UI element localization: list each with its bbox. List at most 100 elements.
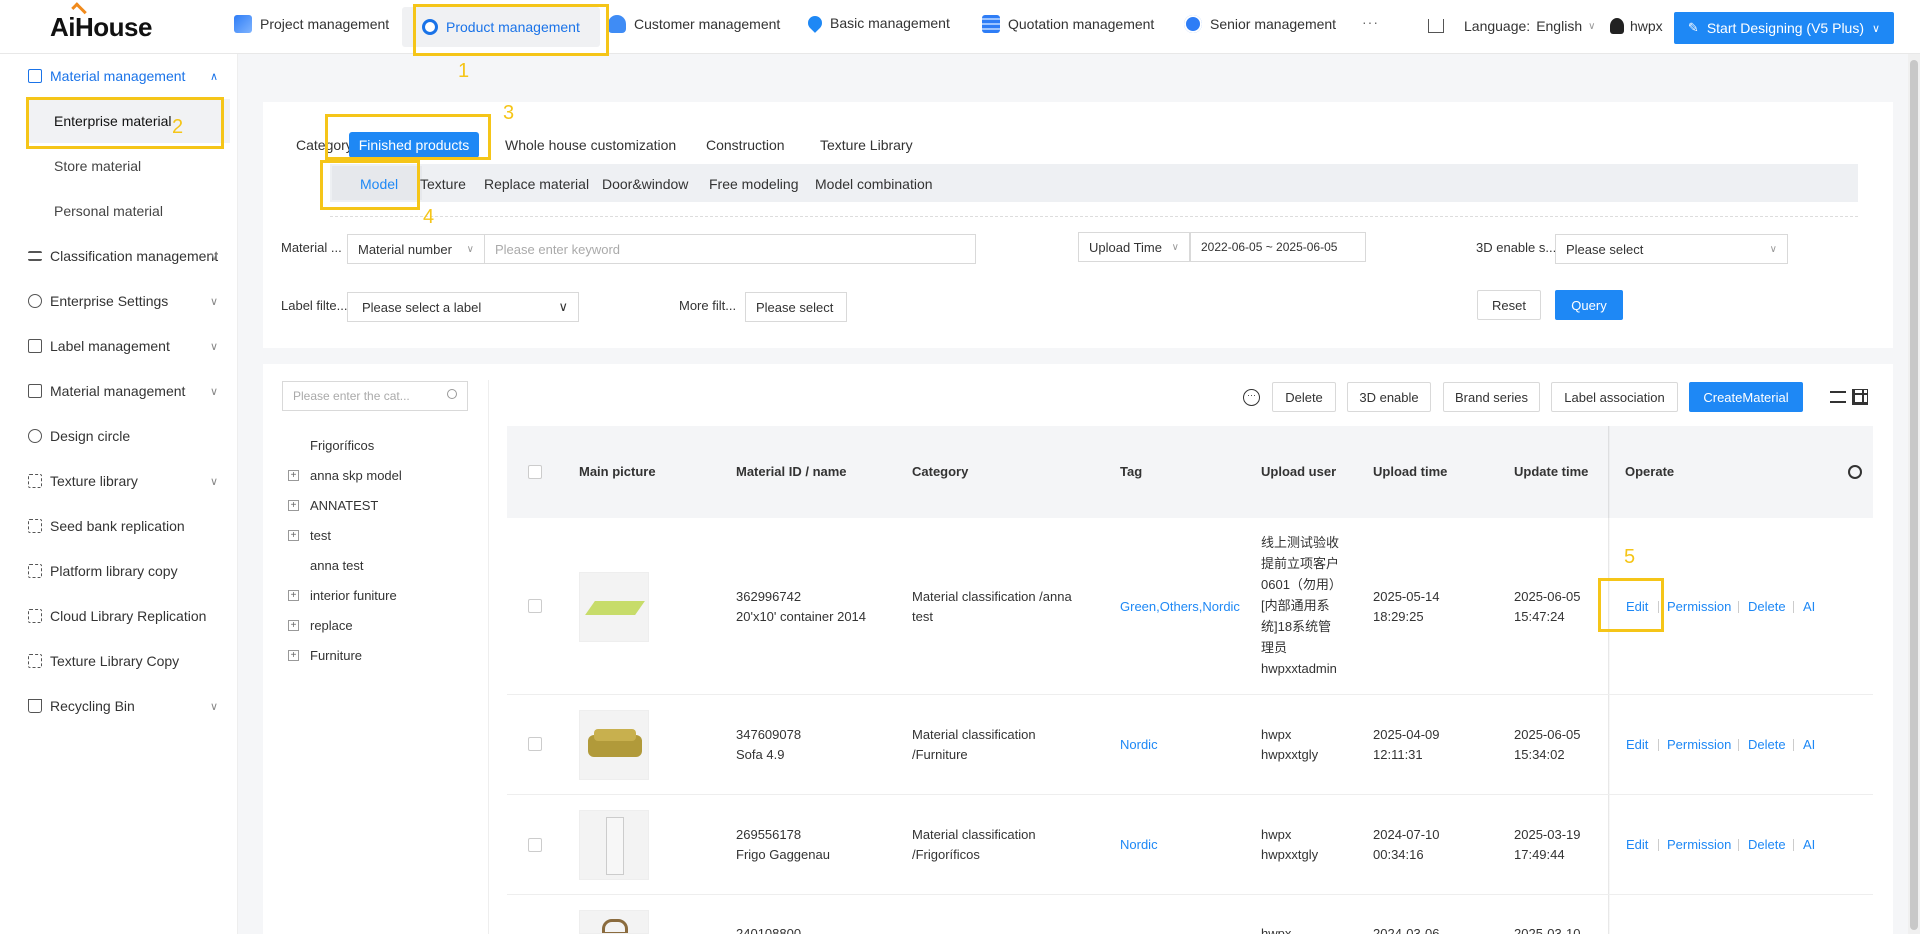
settings-gear-icon[interactable] <box>1848 465 1862 479</box>
reset-button[interactable]: Reset <box>1477 290 1541 320</box>
tag-value[interactable]: Nordic <box>1120 735 1158 755</box>
logo[interactable]: AiHouse <box>50 2 152 43</box>
sidebar-group-material-management-2[interactable]: Material management ∨ <box>28 383 218 399</box>
sidebar-item-design-circle[interactable]: Design circle <box>28 428 130 444</box>
upload-time-select[interactable]: Upload Time ∨ <box>1078 232 1190 262</box>
more-filter-select[interactable]: Please select <box>745 292 847 322</box>
tab-whole-house[interactable]: Whole house customization <box>505 137 676 153</box>
nav-basic-management[interactable]: Basic management <box>805 13 950 33</box>
sidebar-item-store-material[interactable]: Store material <box>54 158 141 174</box>
sidebar-group-recycling-bin[interactable]: Recycling Bin ∨ <box>28 698 218 714</box>
expand-icon[interactable]: + <box>288 620 299 631</box>
nav-customer-management[interactable]: Customer management <box>608 15 780 33</box>
tree-item[interactable]: anna skp model <box>310 468 402 483</box>
tag-value[interactable]: Green,Others,Nordic <box>1120 597 1240 617</box>
col-material-id: Material ID / name <box>736 464 847 479</box>
tree-item[interactable]: Furniture <box>310 648 362 663</box>
tag-value[interactable]: Nordic <box>1120 835 1158 855</box>
ellipsis-circle-icon[interactable]: ··· <box>1243 389 1260 406</box>
category-line-1: Material classification <box>912 727 1036 742</box>
select-all-checkbox[interactable] <box>528 465 542 479</box>
delete-link[interactable]: Delete <box>1748 599 1786 614</box>
expand-icon[interactable]: + <box>288 530 299 541</box>
material-number-select[interactable]: Material number ∨ <box>347 234 485 264</box>
row-checkbox[interactable] <box>528 838 542 852</box>
expand-icon[interactable]: + <box>288 650 299 661</box>
date-range-input[interactable]: 2022-06-05 ~ 2025-06-05 <box>1190 232 1366 262</box>
row-checkbox[interactable] <box>528 599 542 613</box>
nav-senior-management[interactable]: Senior management <box>1184 15 1336 33</box>
sidebar-item-personal-material[interactable]: Personal material <box>54 203 163 219</box>
sidebar-group-enterprise-settings[interactable]: Enterprise Settings ∨ <box>28 293 218 309</box>
delete-link[interactable]: Delete <box>1748 737 1786 752</box>
subtab-free-modeling[interactable]: Free modeling <box>709 176 799 192</box>
upload-clock: 12:11:31 <box>1373 747 1423 762</box>
keyword-input[interactable]: Please enter keyword <box>484 234 976 264</box>
sidebar-item-cloud-library[interactable]: Cloud Library Replication <box>28 608 206 624</box>
delete-button[interactable]: Delete <box>1272 382 1336 412</box>
sidebar-item-texture-library-copy[interactable]: Texture Library Copy <box>28 653 179 669</box>
edit-link[interactable]: Edit <box>1626 837 1648 852</box>
separator <box>1793 601 1794 613</box>
tree-item[interactable]: anna test <box>310 558 364 573</box>
tree-item[interactable]: interior funiture <box>310 588 397 603</box>
ai-link[interactable]: AI <box>1803 837 1815 852</box>
product-thumbnail[interactable] <box>579 810 649 880</box>
tree-item[interactable]: ANNATEST <box>310 498 378 513</box>
category-search-input[interactable]: Please enter the cat... <box>282 381 468 411</box>
product-thumbnail[interactable] <box>579 710 649 780</box>
product-thumbnail[interactable] <box>579 572 649 642</box>
scrollbar-thumb[interactable] <box>1910 60 1918 930</box>
sidebar-item-seed-bank[interactable]: Seed bank replication <box>28 518 185 534</box>
upload-user-line: 0601（勿用） <box>1261 577 1342 592</box>
tab-texture-library[interactable]: Texture Library <box>820 137 913 153</box>
edit-link[interactable]: Edit <box>1626 737 1648 752</box>
3d-enable-button[interactable]: 3D enable <box>1347 382 1431 412</box>
sort-list-icon[interactable] <box>1830 391 1846 403</box>
copy-icon <box>28 654 42 668</box>
row-checkbox[interactable] <box>528 737 542 751</box>
tree-item[interactable]: Frigoríficos <box>310 438 374 453</box>
ai-link[interactable]: AI <box>1803 737 1815 752</box>
label-filter-select[interactable]: Please select a label ∨ <box>347 292 579 322</box>
subtab-model-combination[interactable]: Model combination <box>815 176 933 192</box>
more-nav-button[interactable]: ··· <box>1362 14 1379 30</box>
tab-construction[interactable]: Construction <box>706 137 785 153</box>
download-icon[interactable] <box>1428 19 1444 33</box>
subtab-door-window[interactable]: Door&window <box>602 176 688 192</box>
sidebar-group-label-management[interactable]: Label management ∨ <box>28 338 218 354</box>
language-selector[interactable]: Language: English ∨ <box>1428 18 1595 34</box>
delete-link[interactable]: Delete <box>1748 837 1786 852</box>
sidebar-group-material-management[interactable]: Material management ∧ <box>28 68 218 84</box>
user-menu[interactable]: hwpx <box>1610 18 1663 34</box>
subtab-texture[interactable]: Texture <box>420 176 466 192</box>
product-thumbnail[interactable] <box>579 910 649 934</box>
permission-link[interactable]: Permission <box>1667 837 1731 852</box>
query-button[interactable]: Query <box>1555 290 1623 320</box>
material-name: Frigo Gaggenau <box>736 847 830 862</box>
ai-link[interactable]: AI <box>1803 599 1815 614</box>
nav-quotation-management[interactable]: Quotation management <box>982 15 1154 33</box>
customer-icon <box>608 15 626 33</box>
grid-view-icon[interactable] <box>1852 389 1868 405</box>
create-material-button[interactable]: CreateMaterial <box>1689 382 1803 412</box>
sidebar-item-platform-library-copy[interactable]: Platform library copy <box>28 563 178 579</box>
brand-series-button[interactable]: Brand series <box>1443 382 1540 412</box>
label-association-button[interactable]: Label association <box>1551 382 1678 412</box>
tree-item[interactable]: test <box>310 528 331 543</box>
nav-project-management[interactable]: Project management <box>234 15 389 33</box>
tree-item[interactable]: replace <box>310 618 353 633</box>
subtab-replace-material[interactable]: Replace material <box>484 176 589 192</box>
search-icon[interactable] <box>447 389 457 399</box>
expand-icon[interactable]: + <box>288 500 299 511</box>
avatar <box>1610 18 1624 34</box>
sidebar-group-texture-library[interactable]: Texture library ∨ <box>28 473 218 489</box>
permission-link[interactable]: Permission <box>1667 737 1731 752</box>
expand-icon[interactable]: + <box>288 590 299 601</box>
3d-enable-select[interactable]: Please select ∨ <box>1555 234 1788 264</box>
sidebar-group-classification[interactable]: Classification management ∨ <box>28 248 218 264</box>
permission-link[interactable]: Permission <box>1667 599 1731 614</box>
expand-icon[interactable]: + <box>288 470 299 481</box>
start-designing-button[interactable]: ✎ Start Designing (V5 Plus) ∨ <box>1674 12 1894 44</box>
project-icon <box>234 15 252 33</box>
